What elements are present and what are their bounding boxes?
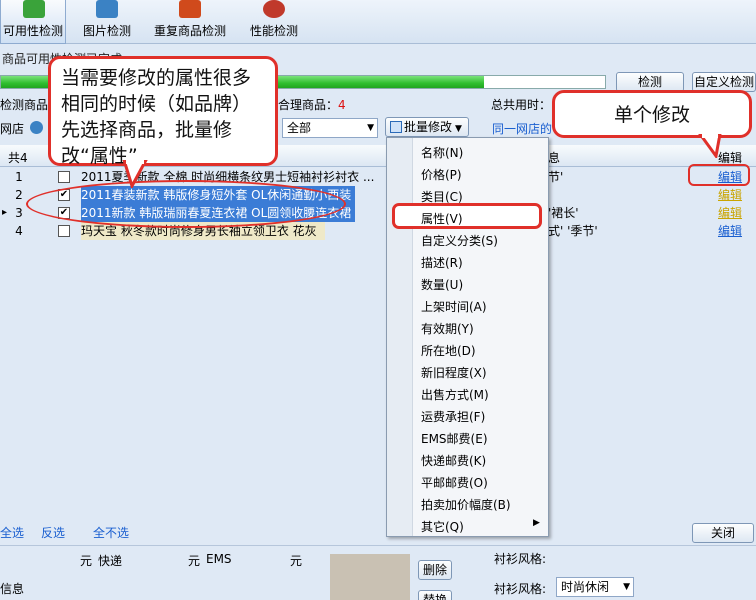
performance-icon [263,0,285,18]
image-icon [96,0,118,18]
tab-duplicate-check[interactable]: 重复商品检测 [148,0,232,44]
total-count-header: 共4 [8,151,28,165]
top-toolbar: 可用性检测 图片检测 重复商品检测 性能检测 [0,0,756,44]
menu-item-condition[interactable]: 新旧程度(X) [421,364,487,381]
selected-rows-highlight [26,180,346,228]
info-column-header: 息 [548,151,561,165]
shirt-style-select[interactable]: 时尚休闲 ▼ [556,577,634,597]
custom-detect-button[interactable]: 自定义检测 [692,72,756,92]
select-none-link[interactable]: 全不选 [93,524,129,541]
total-time-label: 总共用时： [491,98,552,112]
row-checkbox[interactable] [58,171,70,183]
menu-item-ems-fee[interactable]: EMS邮费(E) [421,430,488,447]
close-button[interactable]: 关闭 [692,523,754,543]
callout-pointer [122,160,148,188]
tab-image-check[interactable]: 图片检测 [72,0,142,44]
delete-button[interactable]: 删除 [418,560,452,580]
select-all-link[interactable]: 全选 [0,524,24,541]
info-icon [30,121,43,134]
menu-item-price[interactable]: 价格(P) [421,166,462,183]
menu-item-sale-type[interactable]: 出售方式(M) [421,386,489,403]
edit-link-highlight [688,164,750,186]
menu-item-auction-increment[interactable]: 拍卖加价幅度(B) [421,496,511,513]
detect-button[interactable]: 检测 [616,72,684,92]
unreasonable-goods-label: 合理商品：4 [278,98,346,112]
menu-item-post-fee[interactable]: 平邮邮费(O) [421,474,488,491]
chevron-right-icon: ▶ [533,518,540,528]
shop-label: 网店 [0,122,25,136]
detected-goods-label: 检测商品 [0,98,49,112]
menu-item-validity[interactable]: 有效期(Y) [421,320,474,337]
check-icon [23,0,45,18]
invert-selection-link[interactable]: 反选 [41,524,65,541]
same-shop-link[interactable]: 同一网店的 [492,120,552,137]
edit-link[interactable]: 编辑 [718,222,742,240]
single-edit-callout: 单个修改 [552,90,752,138]
chevron-down-icon: ▼ [455,124,462,134]
menu-item-attribute-highlight [392,203,542,229]
menu-item-express-fee[interactable]: 快递邮费(K) [421,452,486,469]
bottom-form: 元 快递 元 EMS 元 信息 删除 替换 衬衫风格: 衬衫风格: 时尚休闲 ▼ [0,545,756,600]
callout-pointer [698,134,722,158]
batch-edit-callout: 当需要修改的属性很多相同的时候（如品牌）先选择商品，批量修改“属性” [48,56,278,167]
replace-button[interactable]: 替换 [418,590,452,600]
batch-edit-icon [390,121,402,133]
menu-item-list-time[interactable]: 上架时间(A) [421,298,487,315]
product-image [330,554,410,600]
menu-item-other[interactable]: 其它(Q) [421,518,464,535]
menu-item-custom-category[interactable]: 自定义分类(S) [421,232,498,249]
category-select[interactable]: 全部 ▼ [282,118,378,138]
menu-item-shipping-fee[interactable]: 运费承担(F) [421,408,485,425]
chevron-down-icon: ▼ [367,123,374,133]
edit-link[interactable]: 编辑 [718,186,742,204]
menu-item-quantity[interactable]: 数量(U) [421,276,463,293]
menu-item-attribute[interactable]: 属性(V) [421,210,463,227]
chevron-down-icon: ▼ [623,582,630,592]
tab-availability-check[interactable]: 可用性检测 [0,0,66,44]
batch-edit-button[interactable]: 批量修改 ▼ [385,117,469,137]
tab-performance-check[interactable]: 性能检测 [244,0,304,44]
batch-edit-menu: 名称(N) 价格(P) 类目(C) 属性(V) 自定义分类(S) 描述(R) 数… [386,137,549,537]
row-checkbox[interactable] [58,225,70,237]
menu-item-name[interactable]: 名称(N) [421,144,463,161]
menu-item-description[interactable]: 描述(R) [421,254,463,271]
edit-link[interactable]: 编辑 [718,204,742,222]
menu-item-location[interactable]: 所在地(D) [421,342,476,359]
duplicate-icon [179,0,201,18]
